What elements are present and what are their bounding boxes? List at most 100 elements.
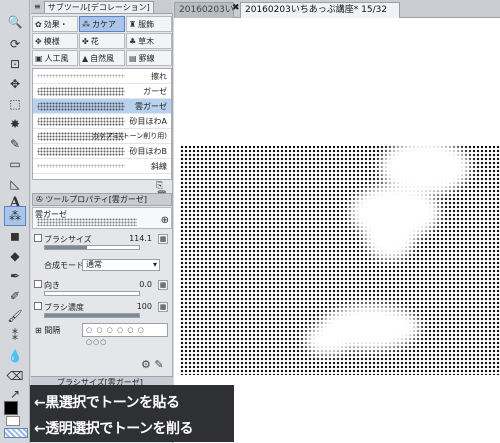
operation-icon[interactable]: ⊡ xyxy=(4,54,26,74)
brush-density-label: ブラシ濃度 xyxy=(44,303,84,312)
zoom-icon[interactable]: 🔍 xyxy=(4,12,26,32)
blend-mode-select[interactable]: 通常 xyxy=(82,259,160,271)
brush-density-slider[interactable] xyxy=(44,313,140,318)
clothing-icon: ♜ xyxy=(129,19,137,29)
list-item[interactable]: ガーゼ xyxy=(33,84,171,99)
brush-stroke-preview xyxy=(37,87,125,96)
tone-dot-pattern xyxy=(180,140,500,375)
blend-mode-label: 合成モード xyxy=(44,261,84,270)
ruler-icon[interactable]: ◺ xyxy=(4,174,26,194)
brush-size-slider[interactable] xyxy=(44,245,140,250)
group-natural[interactable]: ▲ 自然風 xyxy=(79,50,125,66)
fill-icon[interactable]: ◆ xyxy=(4,246,26,266)
group-flower[interactable]: ✤ 花 xyxy=(79,33,125,49)
building-icon: ▣ xyxy=(35,53,43,63)
flower-icon: ✤ xyxy=(82,36,89,46)
brush-stroke-preview xyxy=(37,218,137,226)
settings-icon[interactable]: ▦ xyxy=(158,280,168,290)
close-icon[interactable]: ✖ xyxy=(232,3,240,13)
brush-label: 砂目ほわA xyxy=(129,116,167,126)
group-kakeami[interactable]: ⁂ カケア xyxy=(79,16,125,32)
group-label: カケア xyxy=(92,19,116,29)
main-color-swatch[interactable] xyxy=(4,401,18,415)
brush-icon[interactable]: ✎ xyxy=(154,358,163,371)
pen-icon[interactable]: ✒ xyxy=(4,266,26,286)
brush-label: ガーゼ xyxy=(143,86,167,96)
list-item-selected[interactable]: 雲ガーゼ xyxy=(33,99,171,114)
eraser-icon[interactable]: ⌫ xyxy=(4,366,26,386)
auto-select-icon[interactable]: ✸ xyxy=(4,114,26,134)
pencil-icon[interactable]: ✐ xyxy=(4,286,26,306)
eyedropper-icon[interactable]: ✎ xyxy=(4,134,26,154)
annotation-line-2: ←透明選択でトーンを削る xyxy=(34,421,194,437)
annotation-line-1: ←黒選択でトーンを貼る xyxy=(34,395,180,411)
copy-icon[interactable]: ⎘ xyxy=(156,181,163,191)
cloud-shape xyxy=(305,325,350,355)
brush-size-label: ブラシサイズ xyxy=(44,235,92,244)
brush-label: 斜線 xyxy=(151,161,167,171)
blend-mode-row: 合成モード 通常 xyxy=(32,259,172,281)
direction-checkbox[interactable] xyxy=(34,280,42,288)
tool-property-title: ツールプロパティ[雲ガーゼ] xyxy=(45,195,148,204)
wrench-icon: ✇ xyxy=(36,195,46,204)
brush-icon[interactable]: 🖌 xyxy=(4,306,26,326)
group-label: 自然風 xyxy=(90,53,115,63)
settings-icon[interactable]: ▦ xyxy=(158,302,168,312)
transparent-color-swatch[interactable] xyxy=(4,428,28,438)
annotation-box: ←黒選択でトーンを貼る ←透明選択でトーンを削る xyxy=(30,385,234,442)
ruled-line-icon: ▤ xyxy=(129,53,137,63)
list-item[interactable]: 斜線 xyxy=(33,159,171,174)
list-item[interactable]: 擦れ xyxy=(33,69,171,84)
settings-icon[interactable]: ▦ xyxy=(158,234,168,244)
decoration-tool-icon[interactable]: ⁂ xyxy=(4,206,26,226)
rotate-icon[interactable]: ⟳ xyxy=(4,34,26,54)
density-checkbox[interactable] xyxy=(34,302,42,310)
group-plants[interactable]: ♣ 草木 xyxy=(126,33,172,49)
canvas-area[interactable]: 20160203い ✖ 20160203いちあっぷ講座* 15/32 xyxy=(174,0,500,443)
group-effect[interactable]: ✿ 効果・ xyxy=(32,16,78,32)
sub-color-swatch[interactable] xyxy=(6,416,20,426)
document-tab-active[interactable]: 20160203いちあっぷ講座* 15/32 xyxy=(240,2,400,18)
group-pattern[interactable]: ✥ 模様 xyxy=(32,33,78,49)
list-item[interactable]: 砂目ほわA xyxy=(33,114,171,129)
brush-density-value[interactable]: 100 xyxy=(137,302,152,311)
direction-value[interactable]: 0.0 xyxy=(139,280,152,289)
brush-size-row: ブラシサイズ 114.1 ▦ xyxy=(32,233,172,255)
group-ruled-line[interactable]: ▤ 罫線 xyxy=(126,50,172,66)
airbrush-icon[interactable]: ⁑ xyxy=(4,326,26,346)
group-clothing[interactable]: ♜ 服飾 xyxy=(126,16,172,32)
frame-border-icon[interactable]: ▭ xyxy=(4,154,26,174)
pressure-checkbox[interactable] xyxy=(34,234,42,242)
subtool-tab[interactable]: サブツール[デコレーション] xyxy=(43,0,154,13)
grass-icon: ♣ xyxy=(129,36,137,46)
gear-icon[interactable]: ⚙ xyxy=(141,358,151,371)
brush-label: 雲ガーゼ xyxy=(135,101,167,111)
interval-select[interactable]: ○ ○ ○ ○ ○ ○ ○○○ xyxy=(82,323,168,346)
document-tab[interactable]: 20160203い xyxy=(174,2,234,18)
brush-stroke-preview xyxy=(37,117,125,126)
group-label: 罫線 xyxy=(138,53,155,63)
brush-stroke-preview xyxy=(37,147,125,156)
direction-slider[interactable] xyxy=(44,291,140,296)
selection-icon[interactable]: ⬚ xyxy=(4,94,26,114)
list-item[interactable]: カケアミ(トーン削り用) xyxy=(33,129,171,144)
menu-icon[interactable]: ≡ xyxy=(34,2,41,11)
direction-row: 向き 0.0 ▦ xyxy=(32,279,172,301)
tool-palette: 🔍 ⟳ ⊡ ✥ ⬚ ✸ ✎ ▭ ◺ A ⁂ ◼ ◆ ✒ ✐ 🖌 ⁑ 💧 ⌫ ↗ xyxy=(0,0,30,443)
interval-label: ⊞ 間隔 xyxy=(35,326,61,335)
brush-preview-box: 雲ガーゼ ⊕ xyxy=(32,207,172,229)
brush-stroke-preview xyxy=(37,102,125,111)
interval-row: ⊞ 間隔 ○ ○ ○ ○ ○ ○ ○○○ xyxy=(32,322,172,346)
group-label: 花 xyxy=(90,36,99,46)
tool-property-header: ✇ ツールプロパティ[雲ガーゼ] xyxy=(32,193,172,206)
brush-size-value[interactable]: 114.1 xyxy=(129,234,152,243)
group-artificial[interactable]: ▣ 人工風 xyxy=(32,50,78,66)
effect-icon: ✿ xyxy=(35,19,42,29)
gradient-icon[interactable]: ◼ xyxy=(4,226,26,246)
move-layer-icon[interactable]: ✥ xyxy=(4,74,26,94)
document-tabs: 20160203い ✖ 20160203いちあっぷ講座* 15/32 xyxy=(174,0,500,18)
direction-label: 向き xyxy=(44,281,60,290)
magnify-icon[interactable]: ⊕ xyxy=(161,215,169,226)
list-item[interactable]: 砂目ほわB xyxy=(33,144,171,159)
blend-icon[interactable]: 💧 xyxy=(4,346,26,366)
